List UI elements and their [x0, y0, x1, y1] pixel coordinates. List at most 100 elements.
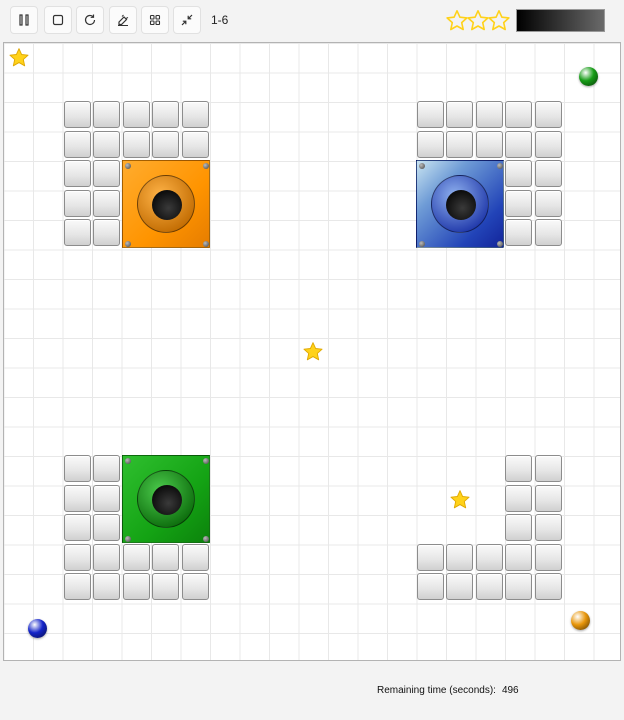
screw-icon: [203, 458, 209, 464]
wall-block: [446, 131, 473, 158]
wall-block: [64, 544, 91, 571]
collapse-icon: [181, 14, 193, 26]
rating-star-icon: [488, 10, 510, 31]
screw-icon: [203, 536, 209, 542]
grid-icon: [149, 14, 161, 26]
blue-target-hole: [416, 160, 504, 248]
remaining-time-value: 496: [501, 685, 519, 696]
wall-block: [64, 131, 91, 158]
levels-button[interactable]: [141, 6, 169, 34]
wall-block: [476, 131, 503, 158]
wall-block: [535, 160, 562, 187]
wall-block: [93, 219, 120, 246]
screw-icon: [203, 241, 209, 247]
wall-block: [93, 544, 120, 571]
wall-block: [64, 514, 91, 541]
pause-button[interactable]: [10, 6, 38, 34]
collectible-star-icon: [450, 490, 470, 509]
stop-icon: [52, 14, 64, 26]
wall-block: [93, 514, 120, 541]
collectible-star-icon: [9, 48, 29, 67]
wall-block: [535, 544, 562, 571]
wall-block: [64, 101, 91, 128]
orange-target-hole: [122, 160, 210, 248]
wall-block: [93, 455, 120, 482]
remaining-time-label: Remaining time (seconds):: [377, 685, 496, 696]
refresh-icon: [84, 14, 96, 26]
wall-block: [64, 219, 91, 246]
wall-block: [123, 131, 150, 158]
wall-block: [505, 219, 532, 246]
wall-block: [152, 101, 179, 128]
wall-block: [505, 544, 532, 571]
wall-block: [535, 219, 562, 246]
wall-block: [182, 573, 209, 600]
pause-icon: [19, 14, 29, 26]
wall-block: [535, 485, 562, 512]
wall-block: [505, 514, 532, 541]
wall-block: [505, 101, 532, 128]
game-board[interactable]: [3, 42, 621, 661]
wall-block: [152, 131, 179, 158]
wall-block: [93, 131, 120, 158]
wall-block: [476, 101, 503, 128]
stop-button[interactable]: [44, 6, 72, 34]
wall-block: [93, 101, 120, 128]
wall-block: [535, 455, 562, 482]
wall-block: [93, 160, 120, 187]
toolbar: 1-6: [0, 0, 624, 42]
hole-pit: [152, 190, 182, 220]
wall-block: [535, 190, 562, 217]
wall-block: [64, 455, 91, 482]
wall-block: [446, 544, 473, 571]
wall-block: [93, 573, 120, 600]
wall-block: [535, 101, 562, 128]
wall-block: [152, 544, 179, 571]
screw-icon: [125, 458, 131, 464]
wall-block: [123, 544, 150, 571]
collapse-button[interactable]: [173, 6, 201, 34]
green-target-hole: [122, 455, 210, 543]
screw-icon: [497, 241, 503, 247]
hole-pit: [152, 485, 182, 515]
green-ball[interactable]: [579, 67, 598, 86]
wall-block: [505, 131, 532, 158]
wall-block: [417, 544, 444, 571]
wall-block: [64, 485, 91, 512]
wall-block: [182, 544, 209, 571]
screw-icon: [419, 241, 425, 247]
wall-block: [417, 131, 444, 158]
eraser-edit-icon: [118, 14, 129, 26]
wall-block: [123, 573, 150, 600]
wall-block: [152, 573, 179, 600]
progress-bar: [516, 9, 605, 32]
edit-button[interactable]: [109, 6, 137, 34]
screw-icon: [203, 163, 209, 169]
wall-block: [182, 131, 209, 158]
wall-block: [505, 455, 532, 482]
screw-icon: [419, 163, 425, 169]
orange-ball[interactable]: [571, 611, 590, 630]
wall-block: [93, 190, 120, 217]
wall-block: [64, 573, 91, 600]
wall-block: [505, 573, 532, 600]
status-bar: Remaining time (seconds): 496: [377, 685, 519, 696]
restart-button[interactable]: [76, 6, 104, 34]
wall-block: [64, 160, 91, 187]
blue-ball[interactable]: [28, 619, 47, 638]
wall-block: [123, 101, 150, 128]
screw-icon: [125, 241, 131, 247]
wall-block: [417, 101, 444, 128]
wall-block: [505, 485, 532, 512]
wall-block: [446, 101, 473, 128]
wall-block: [182, 101, 209, 128]
wall-block: [505, 190, 532, 217]
wall-block: [446, 573, 473, 600]
wall-block: [417, 573, 444, 600]
screw-icon: [125, 536, 131, 542]
collectible-star-icon: [303, 342, 323, 361]
wall-block: [64, 190, 91, 217]
level-label: 1-6: [211, 13, 229, 27]
wall-block: [505, 160, 532, 187]
wall-block: [535, 514, 562, 541]
